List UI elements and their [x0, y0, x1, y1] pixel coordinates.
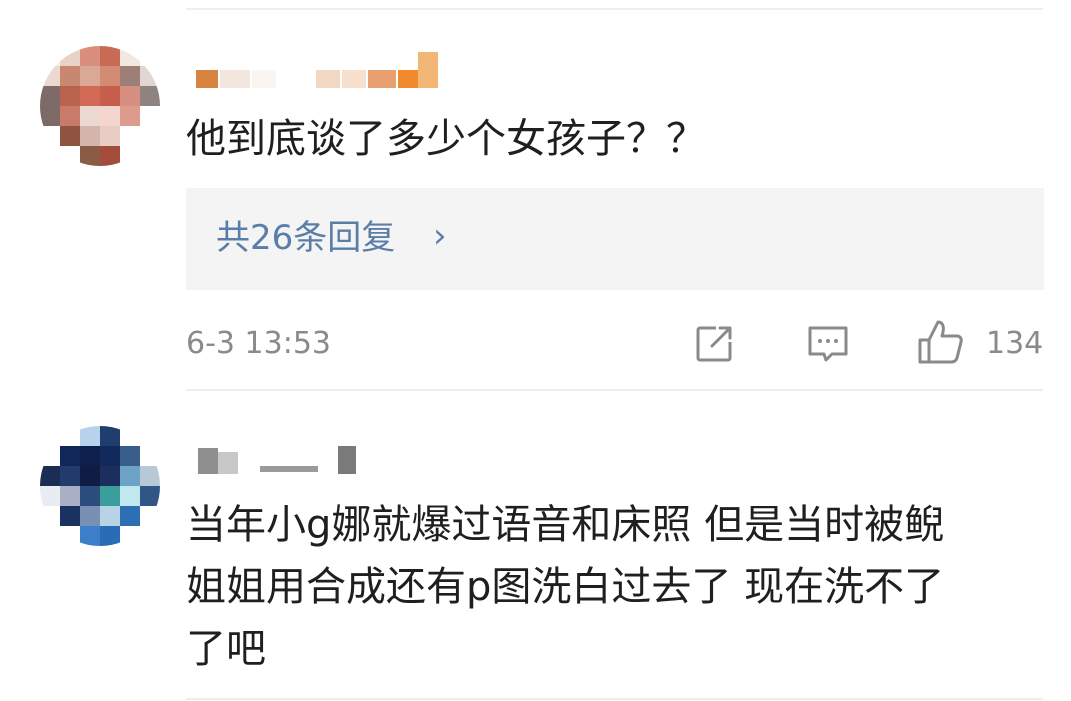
share-icon[interactable] — [692, 322, 736, 370]
like-icon[interactable] — [916, 318, 966, 370]
comment-icon[interactable] — [806, 322, 850, 370]
view-replies-link[interactable]: 共26条回复 — [216, 218, 395, 258]
comment-actions: 6-3 13:53 134 — [186, 318, 1044, 368]
timestamp: 6-3 13:53 — [186, 326, 331, 361]
chevron-right-icon: › — [433, 216, 447, 256]
bottom-divider — [186, 698, 1043, 700]
top-divider — [186, 8, 1043, 10]
replies-panel[interactable]: 共26条回复 › — [186, 188, 1044, 290]
like-count: 134 — [986, 326, 1044, 361]
comment-text: 当年小g娜就爆过语音和床照 但是当时被鲵 姐姐用合成还有p图洗白过去了 现在洗不… — [186, 502, 945, 672]
avatar[interactable] — [40, 426, 160, 546]
avatar[interactable] — [40, 46, 160, 166]
comment-divider — [186, 389, 1043, 391]
username-blurred[interactable] — [196, 52, 441, 88]
username-blurred[interactable] — [196, 446, 366, 478]
comment-text: 他到底谈了多少个女孩子？？ — [186, 116, 706, 162]
